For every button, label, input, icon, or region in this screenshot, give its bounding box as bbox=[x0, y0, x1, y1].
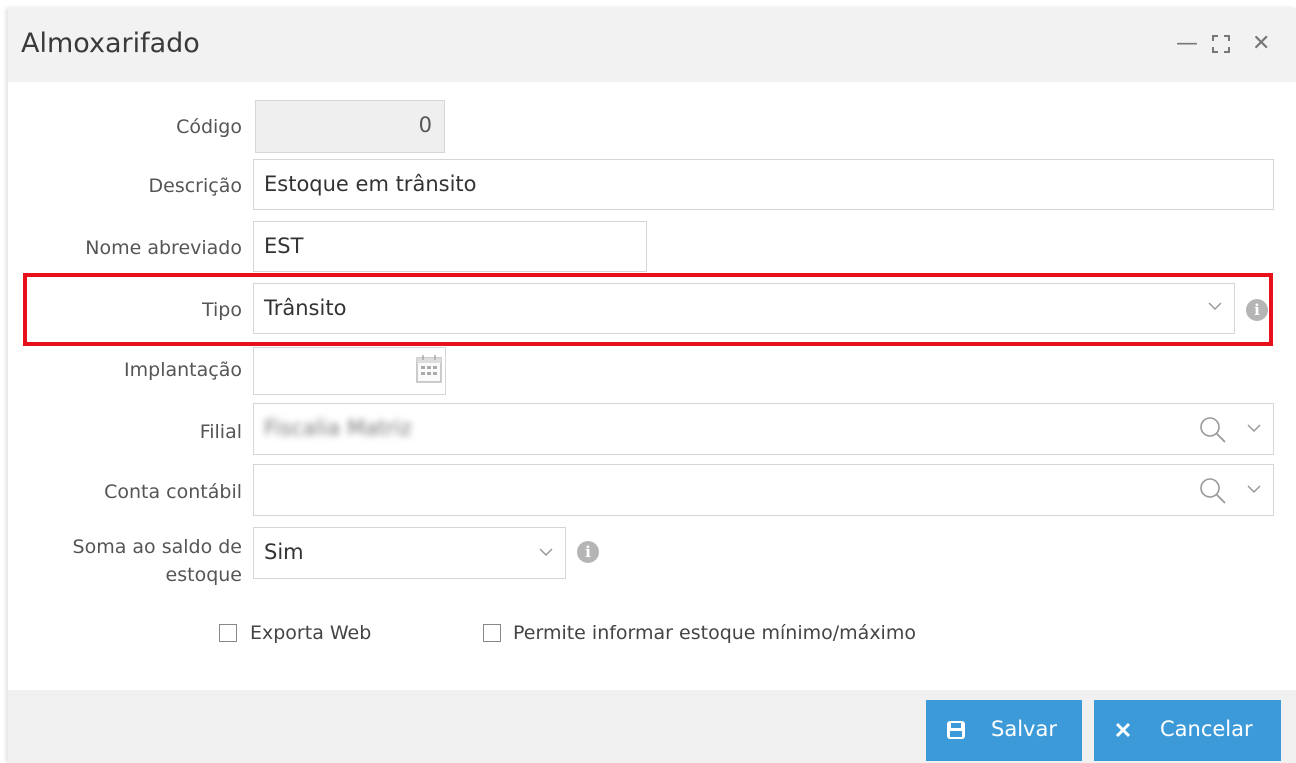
search-icon[interactable] bbox=[1199, 477, 1227, 510]
soma-saldo-info-icon[interactable]: i bbox=[577, 541, 599, 563]
chevron-down-icon bbox=[539, 545, 553, 561]
conta-contabil-lookup[interactable] bbox=[253, 464, 1274, 516]
dialog-title: Almoxarifado bbox=[21, 28, 200, 59]
search-icon[interactable] bbox=[1199, 416, 1227, 449]
tipo-highlight-box bbox=[23, 273, 1273, 346]
descricao-label: Descrição bbox=[148, 175, 242, 197]
implantacao-date-input[interactable] bbox=[253, 347, 446, 395]
conta-contabil-label: Conta contábil bbox=[104, 481, 242, 503]
minimize-icon[interactable]: — bbox=[1176, 32, 1198, 56]
soma-saldo-label-line1: Soma ao saldo de bbox=[72, 536, 242, 558]
filial-value: Fiscalia Matriz bbox=[264, 416, 412, 440]
chevron-down-icon[interactable] bbox=[1247, 421, 1261, 437]
soma-saldo-select[interactable]: Sim bbox=[253, 527, 566, 579]
filial-lookup[interactable]: Fiscalia Matriz bbox=[253, 403, 1274, 455]
nome-abreviado-input[interactable]: EST bbox=[253, 221, 647, 272]
codigo-label: Código bbox=[176, 116, 242, 138]
dialog-titlebar: Almoxarifado — ✕ bbox=[8, 8, 1296, 82]
codigo-field: 0 bbox=[255, 100, 445, 153]
implantacao-label: Implantação bbox=[124, 359, 242, 381]
close-icon[interactable]: ✕ bbox=[1252, 32, 1270, 56]
calendar-icon[interactable] bbox=[415, 354, 443, 389]
descricao-value: Estoque em trânsito bbox=[264, 172, 477, 196]
permite-estoque-label[interactable]: Permite informar estoque mínimo/máximo bbox=[513, 622, 916, 644]
close-icon bbox=[1114, 720, 1132, 744]
soma-saldo-value: Sim bbox=[264, 540, 304, 564]
nome-abreviado-label: Nome abreviado bbox=[85, 237, 242, 259]
permite-estoque-checkbox[interactable] bbox=[483, 624, 501, 642]
filial-label: Filial bbox=[199, 421, 242, 443]
salvar-button[interactable]: Salvar bbox=[926, 700, 1082, 761]
salvar-label: Salvar bbox=[991, 717, 1057, 741]
floppy-icon bbox=[946, 720, 966, 745]
chevron-down-icon[interactable] bbox=[1247, 482, 1261, 498]
exporta-web-checkbox[interactable] bbox=[219, 624, 237, 642]
descricao-input[interactable]: Estoque em trânsito bbox=[253, 159, 1274, 210]
exporta-web-label[interactable]: Exporta Web bbox=[250, 622, 371, 644]
cancelar-button[interactable]: Cancelar bbox=[1094, 700, 1281, 761]
maximize-icon[interactable] bbox=[1212, 32, 1230, 56]
almoxarifado-dialog: Almoxarifado — ✕ Código 0 Descrição Esto… bbox=[8, 8, 1296, 763]
codigo-value: 0 bbox=[418, 113, 432, 137]
soma-saldo-label-line2: estoque bbox=[165, 564, 242, 586]
nome-abreviado-value: EST bbox=[264, 234, 304, 258]
cancelar-label: Cancelar bbox=[1160, 717, 1253, 741]
